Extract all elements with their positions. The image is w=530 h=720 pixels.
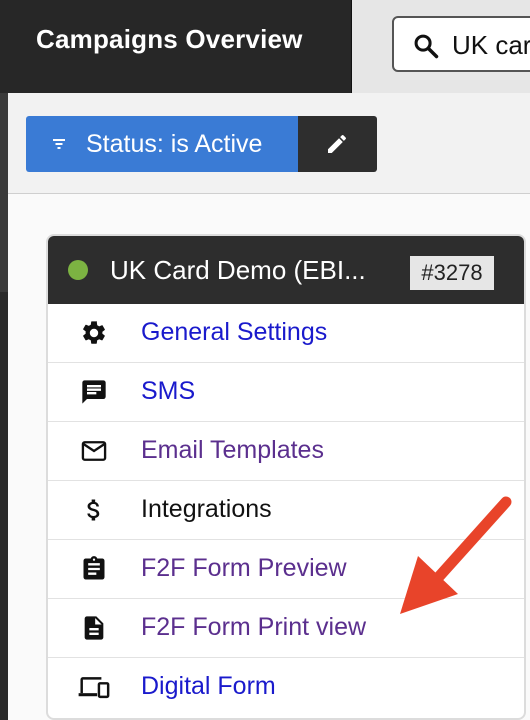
- campaign-name: UK Card Demo (EBI...: [110, 255, 366, 285]
- status-filter-label: Status: is Active: [86, 130, 263, 158]
- filter-list-icon: [53, 139, 65, 149]
- dollar-icon: [87, 499, 100, 521]
- campaign-card: UK Card Demo (EBI... #3278 General Setti…: [46, 234, 526, 720]
- menu-label: Integrations: [141, 495, 272, 523]
- menu-item-f2f-form-print-view[interactable]: F2F Form Print view: [48, 599, 524, 658]
- menu-item-email-templates[interactable]: Email Templates: [48, 422, 524, 481]
- sms-icon: [82, 380, 106, 404]
- menu-label: F2F Form Preview: [141, 554, 347, 582]
- document-icon: [84, 616, 104, 640]
- left-edge-strip-lower: [0, 92, 8, 292]
- page-title: Campaigns Overview: [36, 24, 303, 54]
- search-icon: [414, 34, 439, 59]
- search-value: UK card: [452, 30, 530, 60]
- menu-item-sms[interactable]: SMS: [48, 363, 524, 422]
- menu-label: F2F Form Print view: [141, 613, 367, 641]
- edit-filter-button[interactable]: [298, 116, 377, 172]
- menu-label: SMS: [141, 377, 196, 405]
- pencil-icon: [328, 134, 347, 153]
- page-title-tab: Campaigns Overview: [0, 0, 353, 93]
- menu-label: Email Templates: [141, 436, 324, 464]
- menu-label: Digital Form: [141, 672, 276, 700]
- campaign-id-badge: #3278: [410, 256, 494, 290]
- status-filter-chip[interactable]: Status: is Active: [26, 116, 298, 172]
- menu-item-digital-form[interactable]: Digital Form: [48, 658, 524, 716]
- menu-item-integrations[interactable]: Integrations: [48, 481, 524, 540]
- menu-item-general-settings[interactable]: General Settings: [48, 304, 524, 363]
- campaign-card-header[interactable]: UK Card Demo (EBI... #3278: [48, 236, 524, 304]
- status-dot-icon: [68, 260, 88, 280]
- campaign-menu: General Settings SMS Email Templates Int…: [48, 304, 524, 716]
- envelope-icon: [81, 441, 107, 461]
- devices-icon: [78, 677, 110, 699]
- menu-item-f2f-form-preview[interactable]: F2F Form Preview: [48, 540, 524, 599]
- clipboard-icon: [83, 556, 105, 580]
- search-input[interactable]: UK card: [392, 16, 530, 72]
- menu-label: General Settings: [141, 318, 328, 346]
- gear-icon: [83, 321, 105, 344]
